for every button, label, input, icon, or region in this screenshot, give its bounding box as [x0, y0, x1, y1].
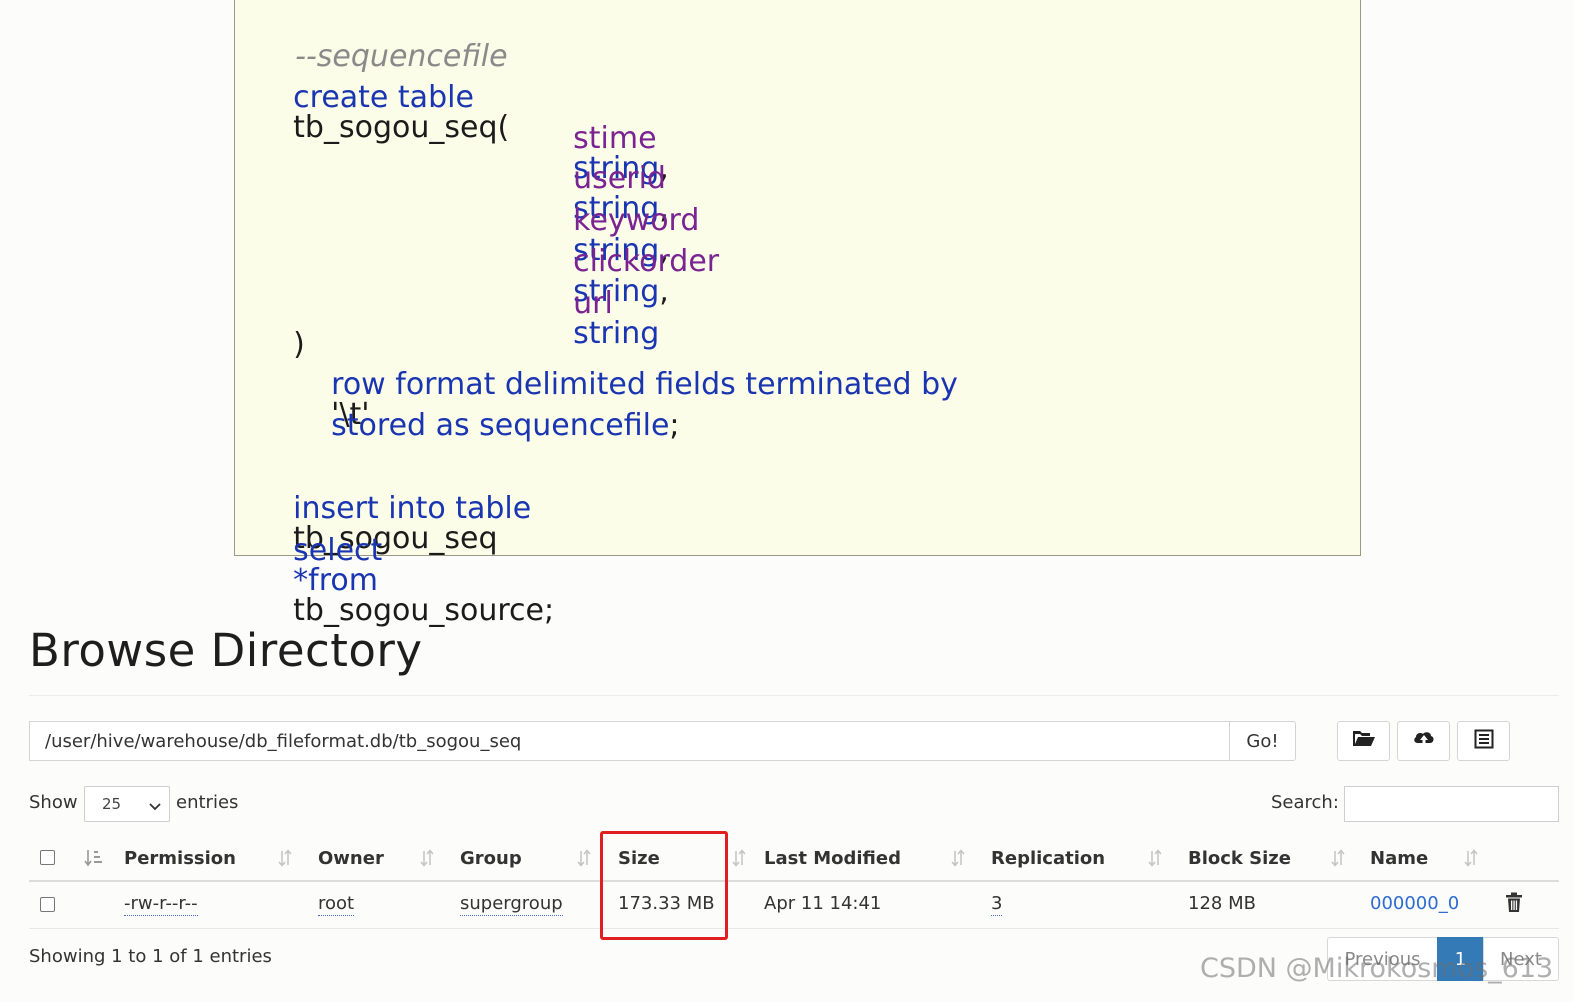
watermark: CSDN @Mikrokosmos_613 — [1200, 953, 1554, 984]
sort-ascending-icon[interactable] — [84, 848, 102, 868]
entries-label: entries — [176, 792, 239, 813]
cell-name-link[interactable]: 000000_0 — [1370, 893, 1459, 914]
trash-icon[interactable] — [1505, 892, 1523, 918]
search-label: Search: — [1271, 792, 1339, 813]
column-header-permission[interactable]: Permission — [124, 848, 236, 869]
chevron-down-icon — [149, 798, 161, 816]
table-row-divider — [29, 928, 1559, 929]
column-header-group[interactable]: Group — [460, 848, 522, 869]
upload-button[interactable] — [1397, 721, 1450, 761]
column-header-name[interactable]: Name — [1370, 848, 1428, 869]
entries-select-value: 25 — [102, 795, 122, 813]
column-header-block-size[interactable]: Block Size — [1188, 848, 1291, 869]
sql-code-panel: --sequencefile create table tb_sogou_seq… — [234, 0, 1361, 626]
sort-icon[interactable] — [951, 848, 965, 868]
cell-block-size: 128 MB — [1188, 893, 1256, 914]
path-input[interactable]: /user/hive/warehouse/db_fileformat.db/tb… — [29, 721, 1230, 761]
sort-icon[interactable] — [1464, 848, 1478, 868]
path-input-value: /user/hive/warehouse/db_fileformat.db/tb… — [45, 730, 522, 752]
entries-per-page-select[interactable]: 25 — [84, 786, 170, 822]
table-header-divider — [29, 880, 1559, 882]
sort-icon[interactable] — [577, 848, 591, 868]
code-line-stored: stored as sequencefile; — [293, 381, 680, 471]
page-title: Browse Directory — [29, 624, 423, 677]
size-column-highlight — [600, 831, 728, 940]
code-source-table: tb_sogou_source; — [293, 593, 555, 628]
go-button[interactable]: Go! — [1229, 721, 1296, 761]
cut-paste-button[interactable] — [1457, 721, 1510, 761]
code-line-create: create table tb_sogou_seq( — [255, 53, 509, 173]
code-table-name: tb_sogou_seq( — [293, 110, 510, 145]
sort-icon[interactable] — [1331, 848, 1345, 868]
show-label: Show — [29, 792, 78, 813]
table-info: Showing 1 to 1 of 1 entries — [29, 946, 272, 967]
sort-icon[interactable] — [278, 848, 292, 868]
list-icon — [1474, 729, 1494, 754]
search-input[interactable] — [1344, 786, 1559, 822]
column-header-owner[interactable]: Owner — [318, 848, 384, 869]
create-directory-button[interactable] — [1337, 721, 1390, 761]
title-divider — [29, 695, 1559, 696]
row-select-checkbox[interactable] — [40, 897, 55, 912]
select-all-checkbox[interactable] — [40, 850, 55, 865]
cell-last-modified: Apr 11 14:41 — [764, 893, 882, 914]
sort-icon[interactable] — [1148, 848, 1162, 868]
sort-icon[interactable] — [420, 848, 434, 868]
sort-icon[interactable] — [732, 848, 746, 868]
code-stored-end: ; — [669, 408, 680, 443]
upload-cloud-icon — [1412, 729, 1436, 754]
cell-owner[interactable]: root — [318, 893, 355, 916]
folder-open-icon — [1352, 730, 1376, 753]
cell-permission[interactable]: -rw-r--r-- — [124, 893, 198, 916]
column-header-replication[interactable]: Replication — [991, 848, 1105, 869]
code-column-sep: , — [659, 274, 669, 309]
cell-replication[interactable]: 3 — [991, 893, 1003, 916]
column-header-last-modified[interactable]: Last Modified — [764, 848, 901, 869]
code-stored-keyword: stored as sequencefile — [331, 408, 670, 443]
cell-group[interactable]: supergroup — [460, 893, 563, 916]
